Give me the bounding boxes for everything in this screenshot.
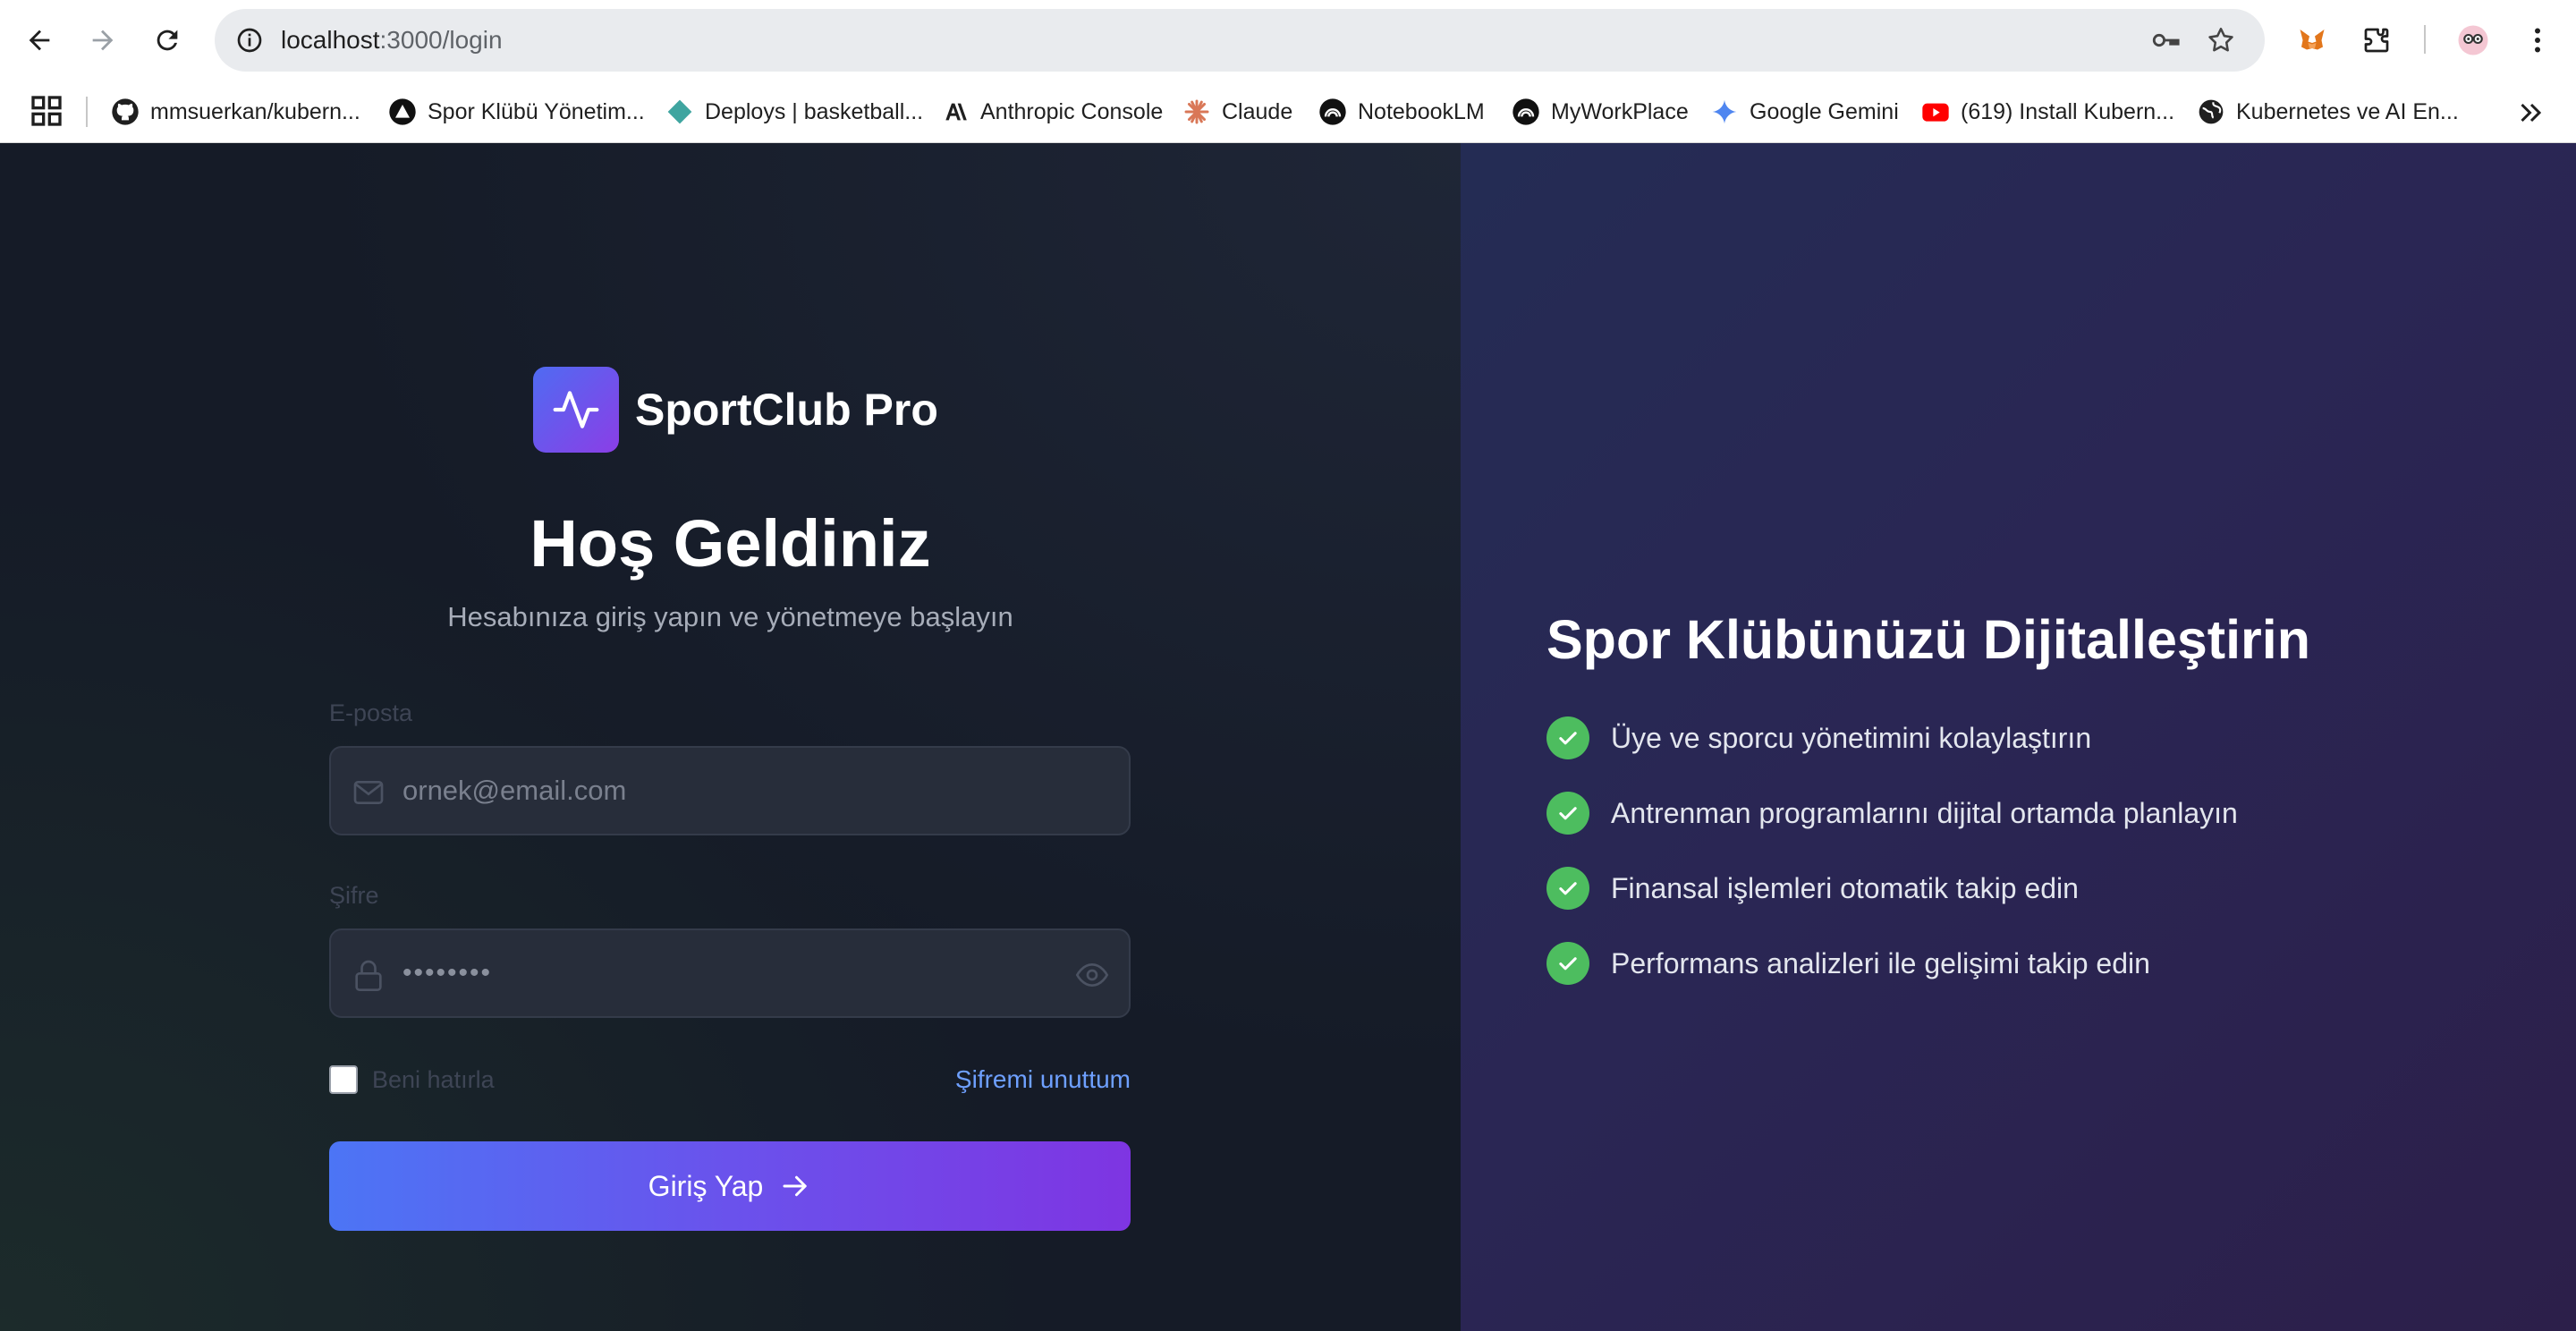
bookmarks-separator [86,97,88,127]
anthropic-icon [941,97,970,126]
bookmark-label: MyWorkPlace [1551,98,1689,124]
diamond-icon [665,97,694,126]
check-circle-icon [1546,792,1589,835]
arrow-left-icon [29,30,50,51]
bookmark-label: Spor Klübü Yönetim... [428,98,645,124]
back-button[interactable] [15,16,64,64]
avatar-icon [2458,25,2488,55]
bookmark-deploys[interactable]: Deploys | basketball... [665,91,923,132]
login-button[interactable]: Giriş Yap [329,1141,1131,1231]
page-title: Hoş Geldiniz [530,506,931,581]
email-field[interactable]: ornek@email.com [329,746,1131,835]
bookmark-label: Anthropic Console [980,98,1164,124]
browser-toolbar: localhost:3000/login [0,0,2576,81]
brand-name: SportClub Pro [635,385,938,435]
arrow-right-icon [92,30,114,51]
triangle-icon [388,97,417,126]
bookmark-youtube[interactable]: (619) Install Kubern... [1921,91,2174,132]
check-circle-icon [1546,867,1589,910]
apps-grid-icon[interactable] [29,93,64,129]
forward-button[interactable] [79,16,127,64]
url-path: :3000/login [379,26,503,54]
github-icon [111,97,140,126]
reload-icon [157,30,178,51]
profile-avatar[interactable] [2451,18,2496,63]
bookmark-google-gemini[interactable]: Google Gemini [1710,91,1899,132]
feature-text: Performans analizleri ile gelişimi takip… [1611,946,2150,979]
bookmark-label: Google Gemini [1750,98,1899,124]
url-text[interactable]: localhost:3000/login [281,9,503,72]
bookmark-anthropic-console[interactable]: Anthropic Console [941,91,1163,132]
bookmark-star-icon[interactable] [2202,21,2240,59]
bookmark-kubernetes-ai[interactable]: Kubernetes ve AI En... [2197,91,2459,132]
feature-text: Üye ve sporcu yönetimini kolaylaştırın [1611,721,2092,754]
gemini-icon [1710,97,1739,126]
login-button-label: Giriş Yap [648,1169,764,1202]
feature-item: Üye ve sporcu yönetimini kolaylaştırın [1546,716,2091,760]
arrow-right-icon [783,1175,808,1197]
brand: SportClub Pro [533,367,938,453]
site-info-icon[interactable] [227,18,272,63]
bookmark-claude[interactable]: Claude [1182,91,1292,132]
forgot-password-link[interactable]: Şifremi unuttum [955,1064,1131,1095]
remember-label: Beni hatırla [372,1065,495,1093]
feature-item: Performans analizleri ile gelişimi takip… [1546,941,2150,986]
bookmark-label: Kubernetes ve AI En... [2236,98,2459,124]
bookmark-label: NotebookLM [1358,98,1485,124]
check-circle-icon [1546,942,1589,985]
password-value: •••••••• [402,958,493,988]
notebooklm-icon [1512,97,1540,126]
bookmark-label: Deploys | basketball... [705,98,924,124]
bookmark-myworkplace[interactable]: MyWorkPlace [1512,91,1689,132]
eye-icon[interactable] [1073,957,1111,993]
promo-title: Spor Klübünüzü Dijitalleştirin [1546,609,2310,670]
browser-menu-button[interactable] [2515,18,2560,63]
feature-item: Finansal işlemleri otomatik takip edin [1546,866,2079,911]
password-key-icon[interactable] [2147,21,2184,59]
address-bar[interactable]: localhost:3000/login [215,9,2265,72]
reload-button[interactable] [143,16,191,64]
metamask-icon[interactable] [2290,18,2334,63]
kebab-menu-icon [2535,28,2540,53]
email-placeholder: ornek@email.com [402,775,627,806]
bookmark-spor-klubu[interactable]: Spor Klübü Yönetim... [388,91,645,132]
pulse-logo-icon [533,367,619,453]
lock-icon [355,960,382,991]
globe-icon [2197,97,2225,126]
check-circle-icon [1546,716,1589,759]
bookmarks-bar: mmsuerkan/kubern... Spor Klübü Yönetim..… [0,81,2576,143]
youtube-icon [1921,97,1950,126]
feature-item: Antrenman programlarını dijital ortamda … [1546,791,2238,835]
claude-icon [1182,97,1211,126]
password-label: Şifre [329,882,379,909]
url-host: localhost [281,26,380,54]
notebooklm-icon [1318,97,1347,126]
feature-text: Antrenman programlarını dijital ortamda … [1611,796,2238,829]
more-bookmarks-chevron-icon[interactable] [2515,97,2547,129]
feature-text: Finansal işlemleri otomatik takip edin [1611,871,2079,904]
remember-me[interactable]: Beni hatırla [329,1064,495,1095]
page-subtitle: Hesabınıza giriş yapın ve yönetmeye başl… [447,601,1013,632]
extensions-puzzle-icon[interactable] [2354,18,2399,63]
bookmark-label: Claude [1222,98,1293,124]
bookmark-github[interactable]: mmsuerkan/kubern... [111,91,360,132]
password-field[interactable]: •••••••• [329,928,1131,1018]
remember-checkbox[interactable] [329,1065,358,1094]
bookmark-notebooklm[interactable]: NotebookLM [1318,91,1485,132]
toolbar-separator [2424,25,2426,54]
bookmark-label: (619) Install Kubern... [1961,98,2175,124]
login-panel: SportClub Pro Hoş Geldiniz Hesabınıza gi… [0,143,1461,1331]
email-label: E-posta [329,699,413,726]
bookmark-label: mmsuerkan/kubern... [150,98,360,124]
login-page: SportClub Pro Hoş Geldiniz Hesabınıza gi… [0,143,2576,1331]
mail-icon [353,781,384,804]
